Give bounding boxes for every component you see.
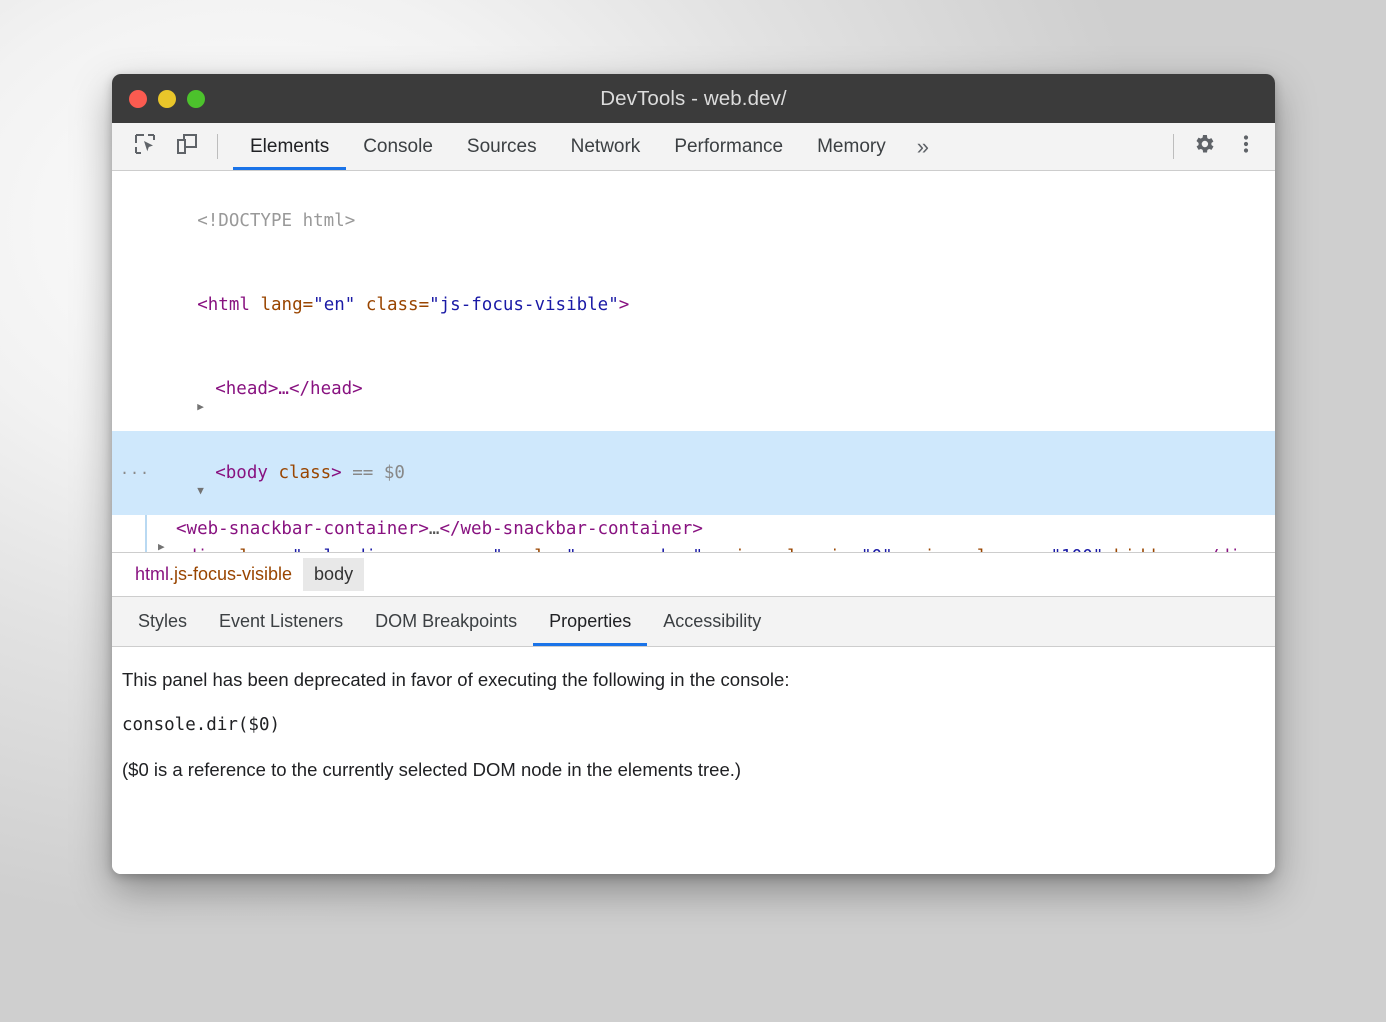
tab-accessibility-label: Accessibility	[663, 611, 761, 632]
more-vertical-icon	[1234, 132, 1258, 161]
window-title: DevTools - web.dev/	[112, 87, 1275, 111]
dom-node-html[interactable]: <html lang="en" class="js-focus-visible"…	[112, 263, 1275, 347]
tab-elements-label: Elements	[250, 136, 329, 158]
tab-styles-label: Styles	[138, 611, 187, 632]
tab-event-listeners[interactable]: Event Listeners	[203, 597, 359, 646]
tab-memory-label: Memory	[817, 136, 886, 158]
doctype-text: <!DOCTYPE html>	[197, 211, 355, 231]
tab-event-listeners-label: Event Listeners	[219, 611, 343, 632]
devtools-window: DevTools - web.dev/ Elements	[112, 74, 1275, 874]
minimize-window-button[interactable]	[158, 90, 176, 108]
tab-performance[interactable]: Performance	[657, 123, 800, 170]
tab-dom-breakpoints-label: DOM Breakpoints	[375, 611, 517, 632]
html-gt: >	[619, 295, 630, 315]
device-toolbar-button[interactable]	[166, 123, 208, 170]
window-titlebar: DevTools - web.dev/	[112, 74, 1275, 123]
code-segment: <	[176, 519, 187, 539]
html-attr-lang: lang	[260, 295, 302, 315]
code-segment: </	[439, 519, 460, 539]
code-segment: web-snackbar-container	[461, 519, 693, 539]
tab-styles[interactable]: Styles	[122, 597, 203, 646]
tab-properties-label: Properties	[549, 611, 631, 632]
breadcrumb-html-class: .js-focus-visible	[169, 564, 292, 584]
html-tag: html	[208, 295, 250, 315]
tab-network[interactable]: Network	[554, 123, 658, 170]
code-segment: >	[418, 519, 429, 539]
devtools-main-toolbar: Elements Console Sources Network Perform…	[112, 123, 1275, 171]
chevron-double-right-icon: »	[917, 134, 929, 160]
dom-node-div.w-loading-progress[interactable]: <div class="w-loading-progress" role="pr…	[112, 543, 1275, 553]
node-badge-ellipsis[interactable]: ···	[120, 459, 150, 487]
toolbar-divider-left	[217, 134, 218, 159]
html-val-lang: "en"	[313, 295, 355, 315]
body-attr-class: class	[278, 463, 331, 483]
toolbar-right-group	[1164, 123, 1275, 170]
tab-console-label: Console	[363, 136, 433, 158]
tab-elements[interactable]: Elements	[233, 123, 346, 170]
panel-tab-list: Elements Console Sources Network Perform…	[233, 123, 1164, 170]
tab-performance-label: Performance	[674, 136, 783, 158]
dom-node-head[interactable]: <head>…</head>	[112, 347, 1275, 431]
deprecation-message: This panel has been deprecated in favor …	[122, 669, 1275, 691]
breadcrumb-html-tag: html	[135, 564, 169, 584]
inspect-element-icon	[133, 132, 157, 161]
breadcrumb: html.js-focus-visible body	[112, 553, 1275, 597]
selected-node-explanation: ($0 is a reference to the currently sele…	[122, 759, 1275, 781]
tab-sources-label: Sources	[467, 136, 537, 158]
html-attr-class: class	[366, 295, 419, 315]
breadcrumb-body-tag: body	[314, 564, 353, 584]
dom-tree-panel[interactable]: <!DOCTYPE html> <html lang="en" class="j…	[112, 171, 1275, 553]
toolbar-divider-right	[1173, 134, 1174, 159]
body-gt: >	[331, 463, 342, 483]
tab-console[interactable]: Console	[346, 123, 450, 170]
tab-memory[interactable]: Memory	[800, 123, 903, 170]
head-row-text: <head>…</head>	[215, 379, 363, 399]
dom-node-body[interactable]: ··· <body class> == $0	[112, 431, 1275, 515]
close-window-button[interactable]	[129, 90, 147, 108]
body-lt: <	[215, 463, 226, 483]
inspect-element-button[interactable]	[124, 123, 166, 170]
tab-network-label: Network	[571, 136, 641, 158]
settings-button[interactable]	[1183, 123, 1225, 170]
body-tag: body	[226, 463, 268, 483]
html-lt: <	[197, 295, 208, 315]
tab-dom-breakpoints[interactable]: DOM Breakpoints	[359, 597, 533, 646]
html-val-class: "js-focus-visible"	[429, 295, 619, 315]
sidebar-tab-list: Styles Event Listeners DOM Breakpoints P…	[112, 597, 1275, 647]
maximize-window-button[interactable]	[187, 90, 205, 108]
gear-icon	[1192, 132, 1216, 161]
body-children-list: <web-snackbar-container>…</web-snackbar-…	[112, 515, 1275, 553]
dom-node-doctype[interactable]: <!DOCTYPE html>	[112, 179, 1275, 263]
properties-panel-content: This panel has been deprecated in favor …	[112, 647, 1275, 874]
more-tabs-button[interactable]: »	[903, 123, 943, 170]
tab-sources[interactable]: Sources	[450, 123, 554, 170]
main-menu-button[interactable]	[1225, 123, 1267, 170]
device-toolbar-icon	[175, 132, 199, 161]
console-command[interactable]: console.dir($0)	[122, 715, 1275, 735]
dom-node-web-snackbar-container[interactable]: <web-snackbar-container>…</web-snackbar-…	[112, 515, 1275, 543]
selected-node-reference: == $0	[352, 463, 405, 483]
code-segment: web-snackbar-container	[187, 519, 419, 539]
code-segment: …	[429, 519, 440, 539]
code-segment: >	[692, 519, 703, 539]
tab-properties[interactable]: Properties	[533, 597, 647, 646]
tab-accessibility[interactable]: Accessibility	[647, 597, 777, 646]
breadcrumb-item-body[interactable]: body	[303, 558, 364, 591]
breadcrumb-item-html[interactable]: html.js-focus-visible	[124, 558, 303, 591]
traffic-light-group	[112, 90, 205, 108]
